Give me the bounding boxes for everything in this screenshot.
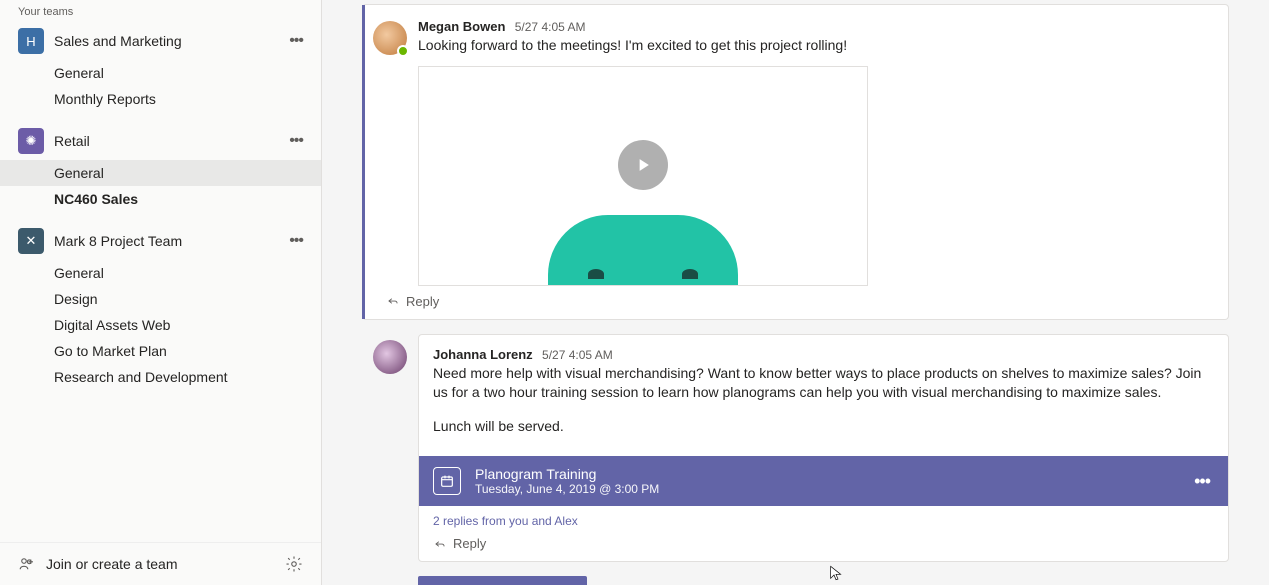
team-row-mark8[interactable]: ✕ Mark 8 Project Team ••• — [0, 222, 321, 260]
channel-item[interactable]: Digital Assets Web — [0, 312, 321, 338]
reply-label: Reply — [453, 536, 486, 551]
post-author[interactable]: Megan Bowen — [418, 19, 505, 34]
team-avatar: ✺ — [18, 128, 44, 154]
more-icon[interactable]: ••• — [1190, 471, 1214, 492]
post-text: Lunch will be served. — [433, 417, 1210, 437]
replies-summary[interactable]: 2 replies from you and Alex — [419, 506, 1228, 528]
team-name: Retail — [54, 133, 285, 149]
sidebar: Your teams H Sales and Marketing ••• Gen… — [0, 0, 322, 585]
channel-item[interactable]: Design — [0, 286, 321, 312]
channel-item-general[interactable]: General — [0, 160, 321, 186]
calendar-icon — [433, 467, 461, 495]
channel-item[interactable]: Monthly Reports — [0, 86, 321, 112]
team-avatar: H — [18, 28, 44, 54]
event-subtitle: Tuesday, June 4, 2019 @ 3:00 PM — [475, 482, 1190, 496]
thread-post: Megan Bowen 5/27 4:05 AM Looking forward… — [362, 4, 1229, 320]
reply-button[interactable]: Reply — [362, 286, 1228, 319]
add-team-icon[interactable] — [18, 555, 36, 573]
sidebar-content: Your teams H Sales and Marketing ••• Gen… — [0, 0, 321, 542]
video-thumbnail-graphic — [548, 215, 738, 285]
new-conversation-bar: New conversation — [362, 576, 1229, 585]
new-conversation-button[interactable]: New conversation — [418, 576, 587, 585]
reply-arrow-icon — [386, 294, 400, 308]
team-name: Sales and Marketing — [54, 33, 285, 49]
join-create-label[interactable]: Join or create a team — [46, 556, 178, 572]
avatar[interactable] — [373, 21, 407, 55]
channel-item[interactable]: Research and Development — [0, 364, 321, 390]
reply-arrow-icon — [433, 537, 447, 551]
avatar[interactable] — [373, 340, 407, 374]
post-author[interactable]: Johanna Lorenz — [433, 347, 533, 362]
gear-icon[interactable] — [285, 555, 303, 573]
sidebar-header: Your teams — [0, 0, 321, 22]
post-text: Looking forward to the meetings! I'm exc… — [418, 36, 1210, 56]
sidebar-footer: Join or create a team — [0, 542, 321, 585]
video-attachment[interactable] — [418, 66, 868, 286]
messages-list[interactable]: Megan Bowen 5/27 4:05 AM Looking forward… — [322, 0, 1269, 585]
post-timestamp: 5/27 4:05 AM — [542, 348, 613, 362]
main-area: Megan Bowen 5/27 4:05 AM Looking forward… — [322, 0, 1269, 585]
reply-label: Reply — [406, 294, 439, 309]
more-icon[interactable]: ••• — [285, 233, 307, 249]
play-icon[interactable] — [618, 140, 668, 190]
team-name: Mark 8 Project Team — [54, 233, 285, 249]
event-title: Planogram Training — [475, 466, 1190, 482]
team-row-sales-marketing[interactable]: H Sales and Marketing ••• — [0, 22, 321, 60]
channel-item[interactable]: Go to Market Plan — [0, 338, 321, 364]
channel-item[interactable]: General — [0, 260, 321, 286]
more-icon[interactable]: ••• — [285, 133, 307, 149]
reply-button[interactable]: Reply — [419, 528, 1228, 561]
team-avatar: ✕ — [18, 228, 44, 254]
post-timestamp: 5/27 4:05 AM — [515, 20, 586, 34]
thread-post: Johanna Lorenz 5/27 4:05 AM Need more he… — [362, 334, 1229, 563]
channel-item[interactable]: General — [0, 60, 321, 86]
meeting-event-card[interactable]: Planogram Training Tuesday, June 4, 2019… — [419, 456, 1228, 506]
post-text: Need more help with visual merchandising… — [433, 364, 1210, 403]
avatar-wrap — [362, 19, 418, 286]
more-icon[interactable]: ••• — [285, 33, 307, 49]
accent-bar — [362, 5, 365, 319]
channel-item-nc460[interactable]: NC460 Sales — [0, 186, 321, 212]
presence-available-icon — [397, 45, 409, 57]
team-row-retail[interactable]: ✺ Retail ••• — [0, 122, 321, 160]
